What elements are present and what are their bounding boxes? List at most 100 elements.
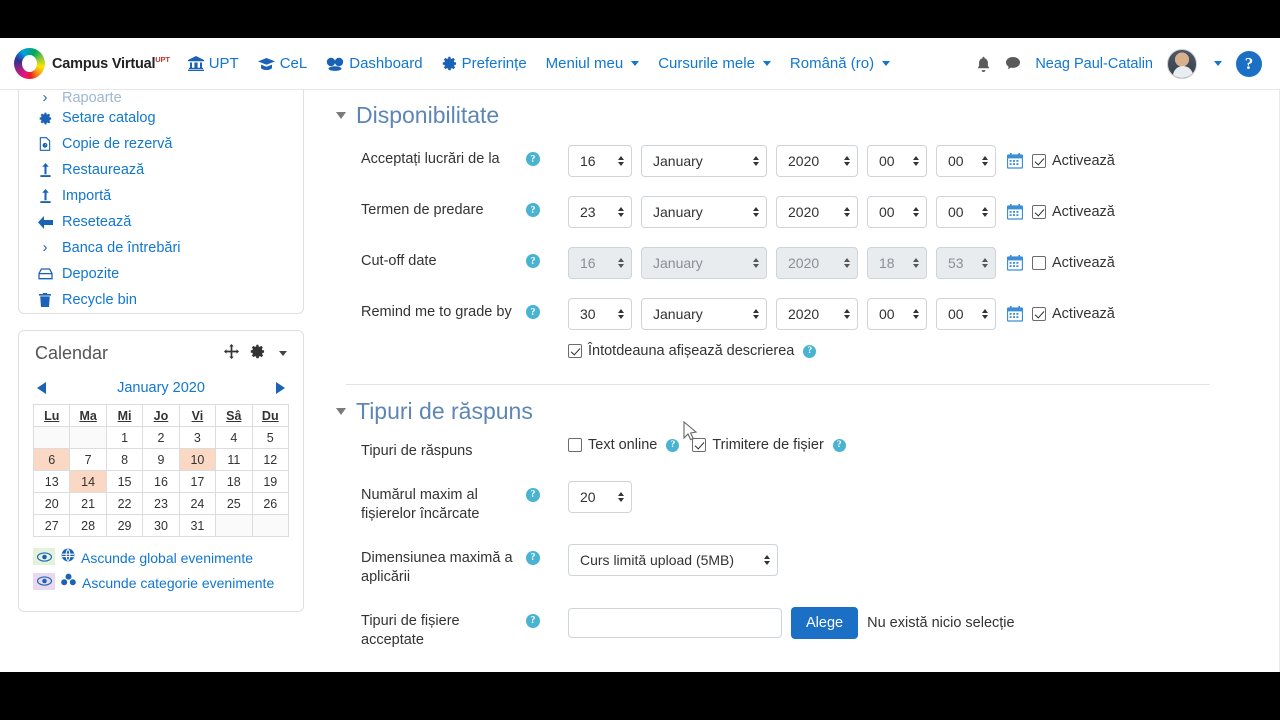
calendar-day-cell[interactable]: 17 <box>178 470 217 493</box>
help-icon[interactable]: ? <box>526 550 540 565</box>
help-icon[interactable]: ? <box>526 203 540 217</box>
calendar-icon[interactable] <box>1007 306 1023 322</box>
calendar-day-cell[interactable]: 20 <box>32 492 71 515</box>
calendar-day-cell[interactable]: 9 <box>142 448 180 471</box>
section-header-tipuri-de-raspuns[interactable]: Tipuri de răspuns <box>336 385 1220 431</box>
help-icon[interactable]: ? <box>526 305 540 319</box>
sidebar-item-restaureaza[interactable]: Restaurează <box>33 157 289 183</box>
calendar-day-cell[interactable]: 26 <box>251 492 290 515</box>
calendar-day-cell[interactable]: 27 <box>32 514 71 537</box>
minute-select-row3[interactable]: 00 <box>936 298 996 330</box>
calendar-day-cell[interactable]: 14 <box>69 470 107 493</box>
hour-select-row1[interactable]: 00 <box>867 196 927 228</box>
choose-button[interactable]: Alege <box>791 606 859 639</box>
legend-category-label[interactable]: Ascunde categorie evenimente <box>82 573 274 595</box>
calendar-icon[interactable] <box>1007 153 1023 169</box>
calendar-day-cell[interactable]: 19 <box>251 470 290 493</box>
help-icon[interactable]: ? <box>526 613 540 628</box>
enable-checkbox-row3[interactable]: Activează <box>1032 306 1115 322</box>
calendar-day-cell[interactable]: 21 <box>69 492 107 515</box>
calendar-day-cell[interactable]: 30 <box>142 514 180 537</box>
year-select-row1[interactable]: 2020 <box>776 196 858 228</box>
minute-select-row1[interactable]: 00 <box>936 196 996 228</box>
day-select-row3[interactable]: 30 <box>568 298 632 330</box>
eye-icon[interactable] <box>33 548 55 565</box>
nav-item-cursurile-mele[interactable]: Cursurile mele <box>658 55 771 72</box>
calendar-day-cell[interactable]: 12 <box>251 448 290 471</box>
nav-item-meniul-meu[interactable]: Meniul meu <box>546 55 640 72</box>
messages-icon[interactable] <box>1005 56 1021 71</box>
nav-item-language[interactable]: Română (ro) <box>790 55 891 72</box>
always-show-description-checkbox[interactable]: Întotdeauna afișează descrierea <box>568 343 794 359</box>
section-header-disponibilitate[interactable]: Disponibilitate <box>336 90 1220 135</box>
move-icon[interactable] <box>224 343 239 364</box>
enable-checkbox-row1[interactable]: Activează <box>1032 204 1115 220</box>
calendar-day-cell[interactable]: 10 <box>178 448 217 471</box>
calendar-day-cell[interactable]: 22 <box>105 492 144 515</box>
submission-type-file[interactable]: Trimitere de fișier <box>692 437 824 453</box>
calendar-day-cell[interactable]: 31 <box>178 514 217 537</box>
day-select-row1[interactable]: 23 <box>568 196 632 228</box>
calendar-day-cell[interactable]: 16 <box>142 470 180 493</box>
sidebar-item-setare-catalog[interactable]: Setare catalog <box>33 105 289 131</box>
calendar-day-cell[interactable]: 23 <box>142 492 180 515</box>
checkbox-icon[interactable] <box>1032 307 1046 321</box>
nav-item-upt[interactable]: UPT <box>187 55 239 72</box>
hour-select-row0[interactable]: 00 <box>867 145 927 177</box>
checkbox-icon[interactable] <box>1032 205 1046 219</box>
calendar-day-cell[interactable]: 28 <box>69 514 107 537</box>
collapse-caret-icon[interactable] <box>336 112 346 119</box>
sidebar-item-copie-de-rezerva[interactable]: Copie de rezervă <box>33 131 289 157</box>
day-select-row0[interactable]: 16 <box>568 145 632 177</box>
calendar-day-cell[interactable]: 1 <box>105 426 144 449</box>
enable-checkbox-row2[interactable]: Activează <box>1032 255 1115 271</box>
help-icon[interactable]: ? <box>832 438 846 452</box>
calendar-day-cell[interactable]: 5 <box>251 426 290 449</box>
hour-select-row2[interactable]: 18 <box>867 247 927 279</box>
help-icon[interactable]: ? <box>526 487 540 502</box>
month-select-row2[interactable]: January <box>641 247 767 279</box>
eye-icon[interactable] <box>33 572 55 590</box>
minute-select-row0[interactable]: 00 <box>936 145 996 177</box>
year-select-row0[interactable]: 2020 <box>776 145 858 177</box>
calendar-month-label[interactable]: January 2020 <box>117 380 205 396</box>
sidebar-item-reseteaza[interactable]: Resetează <box>33 209 289 235</box>
file-types-input[interactable] <box>568 607 782 638</box>
help-icon[interactable]: ? <box>666 438 680 452</box>
sidebar-item-banca-de-intrebari[interactable]: › Banca de întrebări <box>33 235 289 261</box>
help-button[interactable]: ? <box>1236 50 1262 77</box>
calendar-day-cell[interactable]: 13 <box>32 470 71 493</box>
checkbox-icon[interactable] <box>1032 256 1046 270</box>
notifications-bell-icon[interactable] <box>976 56 991 72</box>
nav-item-dashboard[interactable]: Dashboard <box>326 55 423 72</box>
checkbox-icon[interactable] <box>568 438 582 452</box>
calendar-icon[interactable] <box>1007 255 1023 271</box>
sidebar-item-recycle-bin[interactable]: Recycle bin <box>33 287 289 313</box>
legend-global-label[interactable]: Ascunde global evenimente <box>81 548 253 570</box>
calendar-icon[interactable] <box>1007 204 1023 220</box>
help-icon[interactable]: ? <box>526 254 540 268</box>
next-month-arrow-icon[interactable] <box>276 382 285 394</box>
checkbox-icon[interactable] <box>692 438 707 452</box>
calendar-day-cell[interactable]: 15 <box>105 470 144 493</box>
enable-checkbox-row0[interactable]: Activează <box>1032 153 1115 169</box>
sidebar-item-rapoarte[interactable]: › Rapoarte <box>33 91 289 105</box>
month-select-row3[interactable]: January <box>641 298 767 330</box>
calendar-day-cell[interactable]: 11 <box>215 448 253 471</box>
checkbox-icon[interactable] <box>1032 154 1046 168</box>
calendar-day-cell[interactable]: 8 <box>105 448 144 471</box>
max-files-select[interactable]: 20 <box>568 480 632 513</box>
hour-select-row3[interactable]: 00 <box>867 298 927 330</box>
calendar-day-cell[interactable]: 4 <box>215 426 253 449</box>
legend-item-category[interactable]: Ascunde categorie evenimente <box>33 572 289 595</box>
collapse-caret-icon[interactable] <box>336 408 346 415</box>
help-icon[interactable]: ? <box>803 344 817 358</box>
calendar-day-cell[interactable]: 2 <box>142 426 180 449</box>
month-select-row0[interactable]: January <box>641 145 767 177</box>
calendar-day-cell[interactable]: 24 <box>178 492 217 515</box>
calendar-day-cell[interactable]: 6 <box>32 448 71 471</box>
year-select-row2[interactable]: 2020 <box>776 247 858 279</box>
user-menu-chevron-down-icon[interactable] <box>1214 61 1222 66</box>
day-select-row2[interactable]: 16 <box>568 247 632 279</box>
user-name-label[interactable]: Neag Paul-Catalin <box>1035 56 1153 72</box>
